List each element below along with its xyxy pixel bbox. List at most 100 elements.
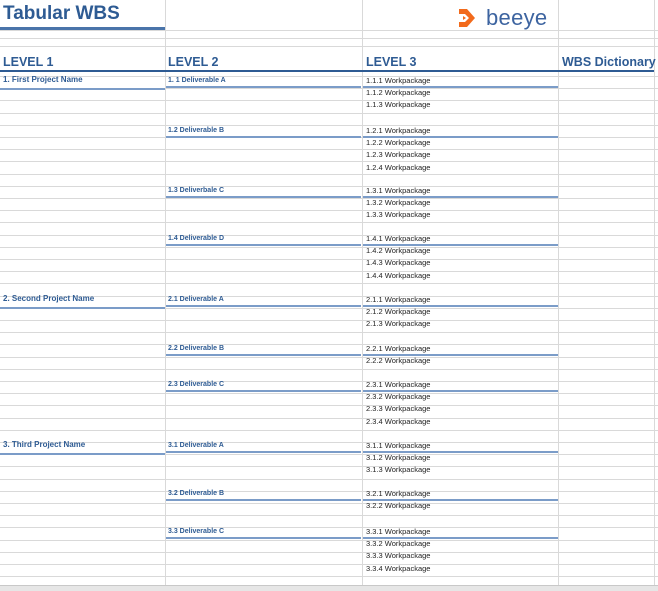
- level-2-underline: [166, 305, 361, 307]
- level-3-workpackage[interactable]: 1.3.2 Workpackage: [366, 198, 430, 207]
- level-2-underline: [166, 244, 361, 246]
- header-level-1[interactable]: LEVEL 1: [3, 55, 53, 69]
- row-line: [0, 442, 658, 443]
- level-1-underline: [0, 453, 165, 455]
- level-3-workpackage[interactable]: 1.2.1 Workpackage: [366, 126, 430, 135]
- level-3-workpackage[interactable]: 1.4.4 Workpackage: [366, 271, 430, 280]
- row-line: [0, 564, 658, 565]
- row-line: [0, 430, 658, 431]
- row-line: [0, 369, 658, 370]
- level-2-underline: [166, 196, 361, 198]
- row-line: [0, 405, 658, 406]
- row-line: [0, 540, 658, 541]
- level-3-workpackage[interactable]: 2.2.2 Workpackage: [366, 356, 430, 365]
- level-3-workpackage[interactable]: 2.1.1 Workpackage: [366, 295, 430, 304]
- row-line: [0, 381, 658, 382]
- header-underline: [0, 70, 654, 72]
- level-2-deliverable[interactable]: 3.2 Deliverable B: [168, 490, 224, 497]
- row-line: [0, 271, 658, 272]
- row-line: [0, 466, 658, 467]
- row-line: [0, 113, 658, 114]
- header-wbs-dictionary[interactable]: WBS Dictionary: [562, 55, 656, 69]
- row-line: [0, 491, 658, 492]
- row-line: [0, 503, 658, 504]
- sheet-title[interactable]: Tabular WBS: [3, 3, 120, 25]
- row-line: [0, 100, 658, 101]
- level-3-workpackage[interactable]: 2.3.3 Workpackage: [366, 404, 430, 413]
- level-1-project[interactable]: 2. Second Project Name: [3, 294, 94, 303]
- level-3-workpackage[interactable]: 1.2.2 Workpackage: [366, 138, 430, 147]
- level-3-workpackage[interactable]: 2.1.2 Workpackage: [366, 307, 430, 316]
- level-1-project[interactable]: 3. Third Project Name: [3, 440, 85, 449]
- row-line: [0, 332, 658, 333]
- level-3-workpackage[interactable]: 3.2.1 Workpackage: [366, 489, 430, 498]
- row-line: [0, 174, 658, 175]
- beeye-logo-icon: [459, 9, 475, 27]
- level-3-workpackage[interactable]: 1.2.3 Workpackage: [366, 150, 430, 159]
- level-1-underline: [0, 88, 165, 90]
- title-underline: [0, 27, 165, 30]
- row-line: [0, 149, 658, 150]
- row-line: [0, 527, 658, 528]
- level-2-deliverable[interactable]: 1.2 Deliverable B: [168, 127, 224, 134]
- row-line: [0, 344, 658, 345]
- level-3-workpackage[interactable]: 3.3.4 Workpackage: [366, 564, 430, 573]
- row-line: [0, 210, 658, 211]
- level-3-workpackage[interactable]: 1.1.2 Workpackage: [366, 88, 430, 97]
- level-2-deliverable[interactable]: 3.3 Deliverable C: [168, 528, 224, 535]
- level-2-deliverable[interactable]: 1. 1 Deliverable A: [168, 77, 226, 84]
- row-line: [0, 259, 658, 260]
- level-3-workpackage[interactable]: 2.3.2 Workpackage: [366, 392, 430, 401]
- level-2-deliverable[interactable]: 2.1 Deliverable A: [168, 296, 224, 303]
- row-line: [0, 552, 658, 553]
- row-line: [0, 198, 658, 199]
- level-2-underline: [166, 451, 361, 453]
- row-line: [0, 479, 658, 480]
- level-2-underline: [166, 390, 361, 392]
- level-2-underline: [166, 136, 361, 138]
- row-line: [0, 296, 658, 297]
- level-3-workpackage[interactable]: 1.3.3 Workpackage: [366, 210, 430, 219]
- level-3-workpackage[interactable]: 3.2.2 Workpackage: [366, 501, 430, 510]
- level-2-underline: [166, 86, 361, 88]
- level-2-underline: [166, 354, 361, 356]
- level-3-workpackage[interactable]: 1.3.1 Workpackage: [366, 186, 430, 195]
- level-3-workpackage[interactable]: 3.1.2 Workpackage: [366, 453, 430, 462]
- level-3-workpackage[interactable]: 3.3.3 Workpackage: [366, 551, 430, 560]
- sheet-scrollbar[interactable]: [0, 585, 658, 591]
- level-3-workpackage[interactable]: 2.2.1 Workpackage: [366, 344, 430, 353]
- level-2-underline: [166, 537, 361, 539]
- level-1-project[interactable]: 1. First Project Name: [3, 75, 83, 84]
- level-3-workpackage[interactable]: 3.1.1 Workpackage: [366, 441, 430, 450]
- level-3-workpackage[interactable]: 1.4.3 Workpackage: [366, 258, 430, 267]
- row-line: [0, 125, 658, 126]
- row-line: [0, 393, 658, 394]
- level-3-workpackage[interactable]: 3.3.2 Workpackage: [366, 539, 430, 548]
- level-2-deliverable[interactable]: 1.4 Deliverable D: [168, 235, 224, 242]
- level-3-workpackage[interactable]: 1.1.1 Workpackage: [366, 76, 430, 85]
- level-3-workpackage[interactable]: 3.1.3 Workpackage: [366, 465, 430, 474]
- row-line: [0, 418, 658, 419]
- level-2-underline: [166, 499, 361, 501]
- row-line: [0, 222, 658, 223]
- row-line: [0, 576, 658, 577]
- level-3-workpackage[interactable]: 2.3.4 Workpackage: [366, 417, 430, 426]
- row-line: [0, 515, 658, 516]
- row-line: [0, 161, 658, 162]
- level-3-workpackage[interactable]: 1.2.4 Workpackage: [366, 163, 430, 172]
- level-2-deliverable[interactable]: 2.2 Deliverable B: [168, 345, 224, 352]
- level-3-workpackage[interactable]: 2.1.3 Workpackage: [366, 319, 430, 328]
- level-3-workpackage[interactable]: 2.3.1 Workpackage: [366, 380, 430, 389]
- level-3-workpackage[interactable]: 1.4.1 Workpackage: [366, 234, 430, 243]
- header-level-3[interactable]: LEVEL 3: [366, 55, 416, 69]
- level-2-deliverable[interactable]: 2.3 Deliverable C: [168, 381, 224, 388]
- row-line: [0, 186, 658, 187]
- header-level-2[interactable]: LEVEL 2: [168, 55, 218, 69]
- level-2-deliverable[interactable]: 1.3 Deliverbale C: [168, 187, 224, 194]
- level-3-workpackage[interactable]: 1.4.2 Workpackage: [366, 246, 430, 255]
- level-3-workpackage[interactable]: 1.1.3 Workpackage: [366, 100, 430, 109]
- row-line: [0, 320, 658, 321]
- level-3-workpackage[interactable]: 3.3.1 Workpackage: [366, 527, 430, 536]
- level-2-deliverable[interactable]: 3.1 Deliverable A: [168, 442, 224, 449]
- row-line: [0, 247, 658, 248]
